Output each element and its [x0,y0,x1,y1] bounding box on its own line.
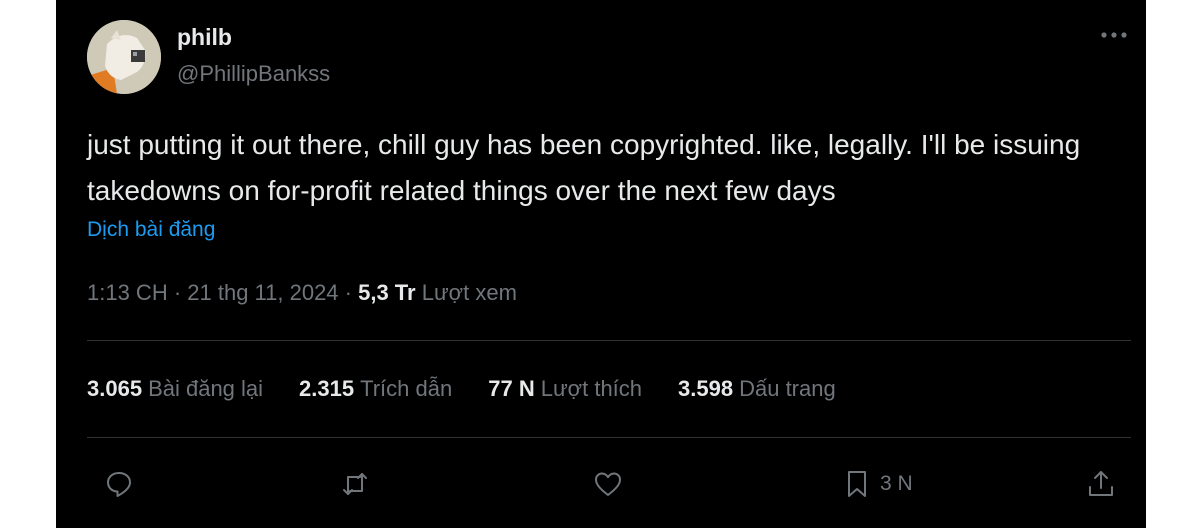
likes-count: 77 N [488,376,535,401]
tweet-text: just putting it out there, chill guy has… [87,129,1081,206]
bookmarks-label: Dấu trang [739,376,836,401]
bookmarks-stat[interactable]: 3.598 Dấu trang [678,376,836,402]
likes-stat[interactable]: 77 N Lượt thích [488,376,642,402]
reposts-label: Bài đăng lại [148,376,264,401]
action-bar: 3 N [56,462,1146,506]
display-name[interactable]: philb [177,24,232,51]
quotes-stat[interactable]: 2.315 Trích dẫn [299,376,452,402]
tweet-meta: 1:13 CH · 21 thg 11, 2024 · 5,3 Tr Lượt … [87,280,517,306]
share-button[interactable] [1086,462,1116,506]
avatar-image [87,20,161,94]
divider-top [87,340,1131,341]
more-options-button[interactable] [1096,20,1132,50]
bookmark-icon [848,471,866,497]
divider-bottom [87,437,1131,438]
meta-separator: · [338,280,359,305]
likes-label: Lượt thích [540,376,643,401]
bookmark-count: 3 N [880,472,913,495]
bookmarks-count: 3.598 [678,376,734,401]
reposts-stat[interactable]: 3.065 Bài đăng lại [87,376,263,402]
share-icon [1089,471,1113,496]
quotes-count: 2.315 [299,376,355,401]
avatar[interactable] [87,20,161,94]
reply-button[interactable] [104,462,134,506]
bookmark-button[interactable]: 3 N [842,462,913,506]
quotes-label: Trích dẫn [360,376,453,401]
like-button[interactable] [593,462,623,506]
views-count: 5,3 Tr [358,280,416,305]
engagement-stats: 3.065 Bài đăng lại 2.315 Trích dẫn 77 N Lượ… [87,376,872,402]
repost-button[interactable] [340,462,370,506]
translate-post-link[interactable]: Dịch bài đăng [87,218,215,242]
reply-icon [107,472,131,497]
reposts-count: 3.065 [87,376,143,401]
repost-icon [343,473,367,495]
user-handle[interactable]: @PhillipBankss [177,61,330,87]
tweet-timestamp[interactable]: 1:13 CH · 21 thg 11, 2024 [87,280,339,305]
more-horizontal-icon [1101,32,1127,38]
tweet-card: philb @PhillipBankss just putting it out… [56,0,1146,528]
views-label: Lượt xem [421,280,517,305]
heart-icon [595,472,621,496]
